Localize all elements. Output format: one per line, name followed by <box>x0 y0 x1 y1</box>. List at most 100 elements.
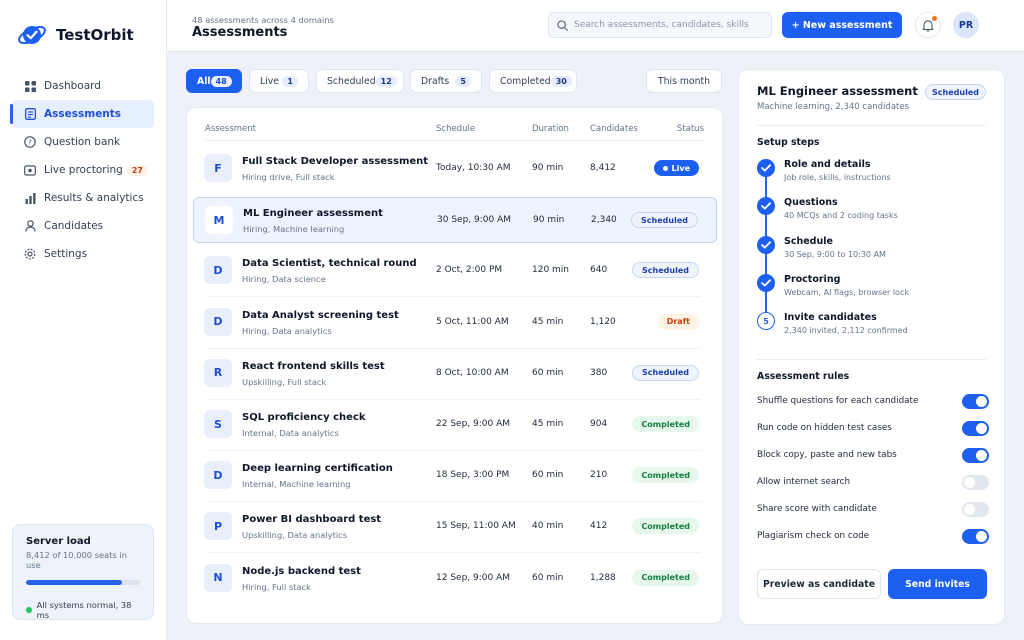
table-row[interactable]: N Node.js backend test Hiring, Full stack 1… <box>193 556 717 602</box>
rule-toggle[interactable] <box>962 393 989 409</box>
assessment-initial-icon: M <box>205 206 233 235</box>
table-row[interactable]: D Deep learning certification Internal, Ma… <box>193 453 717 503</box>
rule-row: Run code on hidden test cases <box>757 419 989 437</box>
setup-step[interactable]: Schedule 30 Sep, 9:00 to 10:30 AM <box>757 236 987 270</box>
duration-cell: 60 min <box>532 572 564 583</box>
assessment-subtitle: Hiring, Data analytics <box>242 325 332 336</box>
step-subtitle: Webcam, AI flags, browser lock <box>784 288 909 297</box>
sidebar-item-settings[interactable]: Settings <box>12 240 154 268</box>
bar-chart-icon <box>24 192 36 204</box>
duration-cell: 60 min <box>532 470 564 481</box>
rule-toggle[interactable] <box>962 447 989 463</box>
assessment-subtitle: Upskilling, Full stack <box>242 376 327 387</box>
assessment-subtitle: Upskilling, Data analytics <box>242 530 348 541</box>
sidebar-item-results-analytics[interactable]: Results & analytics <box>12 184 154 212</box>
tab-completed[interactable]: Completed 30 <box>489 69 577 93</box>
assessment-initial-icon: S <box>204 410 232 438</box>
column-header-candidates: Candidates <box>590 124 638 134</box>
setup-step[interactable]: Role and details Job role, skills, instru… <box>757 159 987 193</box>
table-row[interactable]: S SQL proficiency check Internal, Data ana… <box>193 402 717 451</box>
tab-drafts[interactable]: Drafts 5 <box>410 69 482 93</box>
assessment-title: Data Analyst screening test <box>242 309 399 321</box>
period-selector[interactable]: This month <box>646 69 722 93</box>
notifications-button[interactable] <box>915 12 941 38</box>
step-subtitle: 40 MCQs and 2 coding tasks <box>784 211 898 220</box>
tab-live[interactable]: Live 1 <box>249 69 309 93</box>
tab-count: 48 <box>210 75 232 87</box>
setup-step[interactable]: 5 Invite candidates 2,340 invited, 2,112 c… <box>757 312 987 346</box>
tab-label: Drafts <box>421 75 450 87</box>
assessment-initial-icon: P <box>204 512 232 541</box>
details-title: ML Engineer assessment <box>757 84 918 98</box>
setup-step[interactable]: Questions 40 MCQs and 2 coding tasks <box>757 197 987 231</box>
table-row[interactable]: P Power BI dashboard test Upskilling, Data… <box>193 504 717 554</box>
search-box[interactable] <box>548 12 772 38</box>
setup-step[interactable]: Proctoring Webcam, AI flags, browser lock <box>757 274 987 308</box>
column-header-assessment: Assessment <box>205 124 256 134</box>
status-badge: Scheduled <box>632 364 699 381</box>
notification-dot <box>932 16 937 21</box>
logo[interactable]: TestOrbit <box>16 22 134 48</box>
candidates-cell: 904 <box>590 419 608 429</box>
rule-label: Share score with candidate <box>757 504 877 514</box>
duration-cell: 60 min <box>532 367 564 378</box>
new-assessment-button[interactable]: + New assessment <box>782 12 902 38</box>
tab-count: 5 <box>455 75 471 87</box>
sidebar-item-question-bank[interactable]: ? Question bank <box>12 128 154 156</box>
check-icon <box>757 159 775 177</box>
status-badge: Scheduled <box>925 84 986 100</box>
step-title: Schedule <box>784 236 833 247</box>
table-row[interactable]: M ML Engineer assessment Hiring, Machine l… <box>193 197 717 244</box>
status-badge: Scheduled <box>631 212 698 229</box>
search-input[interactable] <box>574 20 764 30</box>
schedule-cell: 18 Sep, 3:00 PM <box>436 470 510 481</box>
rule-label: Plagiarism check on code <box>757 531 870 541</box>
assessment-title: React frontend skills test <box>242 360 385 372</box>
schedule-cell: Today, 10:30 AM <box>436 163 511 173</box>
sidebar-item-label: Candidates <box>44 220 104 232</box>
schedule-cell: 5 Oct, 11:00 AM <box>436 316 509 327</box>
tab-scheduled[interactable]: Scheduled 12 <box>316 69 404 93</box>
table-row[interactable]: R React frontend skills test Upskilling, F… <box>193 351 717 400</box>
setup-steps-heading: Setup steps <box>757 137 820 148</box>
tab-label: All <box>197 75 211 87</box>
page-title: Assessments <box>192 25 288 40</box>
candidates-cell: 380 <box>590 367 608 378</box>
step-number: 5 <box>757 312 775 330</box>
table-row[interactable]: F Full Stack Developer assessment Hiring d… <box>193 146 717 192</box>
sidebar-item-label: Question bank <box>44 136 121 148</box>
row-divider <box>209 347 701 349</box>
video-icon <box>24 164 36 176</box>
schedule-cell: 15 Sep, 11:00 AM <box>436 521 516 532</box>
sidebar-item-dashboard[interactable]: Dashboard <box>12 72 154 100</box>
candidates-cell: 8,412 <box>590 163 616 173</box>
sidebar-item-assessments[interactable]: Assessments <box>10 100 154 128</box>
preview-as-candidate-button[interactable]: Preview as candidate <box>757 569 881 599</box>
assessment-initial-icon: D <box>204 461 232 490</box>
page-subtitle: 48 assessments across 4 domains <box>192 15 334 25</box>
rule-toggle[interactable] <box>962 528 989 544</box>
duration-cell: 120 min <box>532 265 570 276</box>
candidates-cell: 412 <box>590 521 608 532</box>
rule-toggle[interactable] <box>962 474 989 490</box>
row-divider <box>209 296 701 298</box>
top-header: 48 assessments across 4 domains Assessme… <box>167 0 1024 52</box>
schedule-cell: 2 Oct, 2:00 PM <box>436 265 503 276</box>
status-badge: Completed <box>632 467 699 484</box>
sidebar-item-live-proctoring[interactable]: Live proctoring 27 <box>12 156 154 184</box>
orbit-logo-icon <box>18 25 46 45</box>
candidates-cell: 640 <box>590 265 608 276</box>
table-row[interactable]: D Data Analyst screening test Hiring, Data… <box>193 300 717 349</box>
avatar[interactable]: PR <box>953 12 979 38</box>
rule-row: Plagiarism check on code <box>757 527 989 545</box>
assessment-title: SQL proficiency check <box>242 412 366 423</box>
table-row[interactable]: D Data Scientist, technical round Hiring, … <box>193 248 717 298</box>
row-divider <box>209 450 701 451</box>
send-invites-button[interactable]: Send invites <box>888 569 987 599</box>
duration-cell: 90 min <box>532 163 564 173</box>
rule-toggle[interactable] <box>962 420 989 436</box>
rule-toggle[interactable] <box>962 501 989 517</box>
divider <box>757 359 986 360</box>
tab-all[interactable]: All 48 <box>186 69 242 93</box>
sidebar-item-candidates[interactable]: Candidates <box>12 212 154 240</box>
